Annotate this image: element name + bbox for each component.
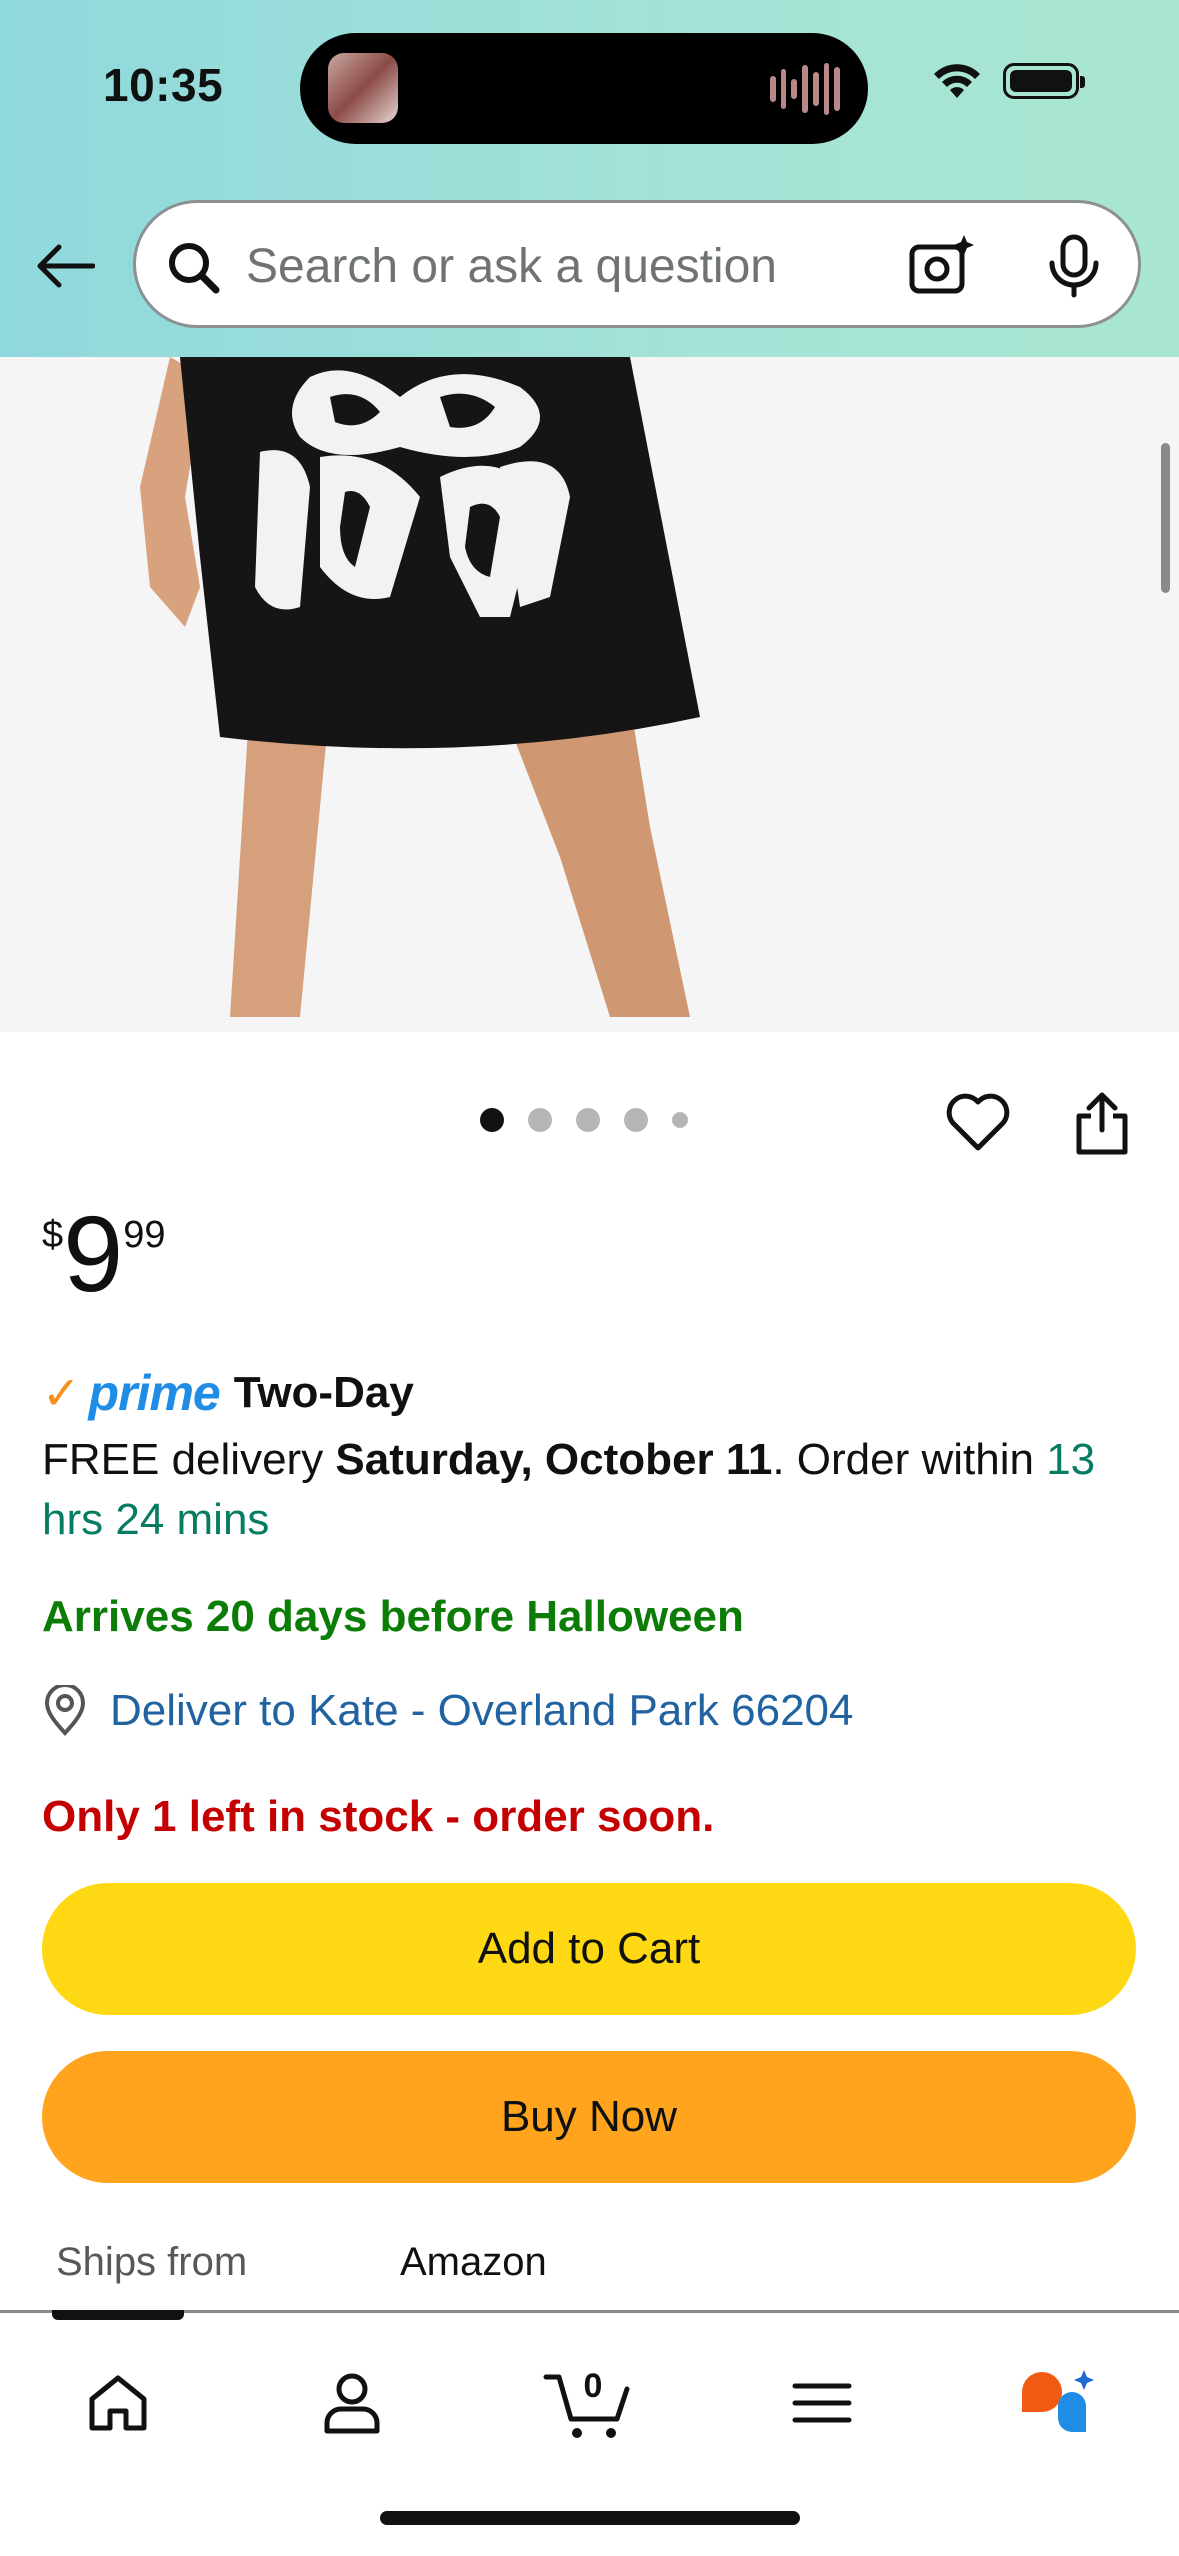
nav-menu[interactable]	[772, 2353, 872, 2453]
nav-account[interactable]	[302, 2353, 402, 2453]
rufus-icon	[1022, 2370, 1094, 2432]
menu-icon	[792, 2383, 852, 2423]
deliver-to-address[interactable]: Deliver to Kate - Overland Park 66204	[110, 1686, 854, 1736]
search-icon	[169, 243, 220, 294]
active-tab-indicator	[52, 2310, 184, 2320]
product-photo-illustration	[140, 357, 700, 1017]
delivery-info: FREE delivery Saturday, October 11. Orde…	[42, 1430, 1152, 1550]
carousel-dot[interactable]	[480, 1108, 504, 1132]
price-whole: 9	[63, 1193, 124, 1314]
nav-home[interactable]	[68, 2353, 168, 2453]
app-header: 10:35	[0, 0, 1179, 357]
stock-status: Only 1 left in stock - order soon.	[42, 1792, 715, 1841]
heart-icon	[946, 1093, 1010, 1151]
cart-count: 0	[584, 2367, 603, 2405]
home-indicator[interactable]	[380, 2511, 800, 2525]
scroll-indicator	[1161, 443, 1170, 593]
ships-from-row: Ships from Amazon	[56, 2240, 547, 2285]
bottom-nav: 0	[0, 2310, 1179, 2556]
now-playing-thumbnail	[328, 53, 398, 123]
buy-now-button[interactable]: Buy Now	[42, 2051, 1136, 2183]
ships-from-label: Ships from	[56, 2240, 248, 2284]
share-icon	[1076, 1092, 1128, 1155]
battery-icon	[1003, 63, 1085, 99]
microphone-icon[interactable]	[1046, 233, 1102, 299]
back-button[interactable]	[30, 226, 100, 306]
dynamic-island[interactable]	[300, 33, 868, 144]
halloween-note: Arrives 20 days before Halloween	[42, 1592, 744, 1641]
price-currency: $	[42, 1214, 64, 1256]
carousel-dot[interactable]	[576, 1108, 600, 1132]
location-pin-icon	[44, 1685, 86, 1736]
prime-logo: prime	[88, 1365, 221, 1421]
status-icons	[933, 62, 1085, 100]
carousel-dot[interactable]	[528, 1108, 552, 1132]
delivery-prefix: FREE delivery	[42, 1435, 336, 1484]
audio-waveform-icon	[770, 61, 841, 117]
delivery-middle: . Order within	[772, 1435, 1047, 1484]
camera-search-icon[interactable]	[906, 233, 976, 299]
home-icon	[89, 2375, 147, 2431]
price-fraction: 99	[123, 1214, 166, 1256]
prime-speed: Two-Day	[233, 1368, 414, 1417]
delivery-date: Saturday, October 11	[335, 1435, 773, 1484]
search-input[interactable]	[246, 229, 906, 303]
ships-from-value: Amazon	[400, 2240, 547, 2284]
carousel-dot[interactable]	[624, 1108, 648, 1132]
nav-cart[interactable]: 0	[538, 2353, 638, 2453]
add-to-cart-button[interactable]: Add to Cart	[42, 1883, 1136, 2015]
deliver-to-link[interactable]: Deliver to Kate - Overland Park 66204	[42, 1685, 854, 1737]
status-time: 10:35	[103, 59, 224, 111]
back-arrow-icon	[37, 244, 95, 288]
nav-rufus[interactable]	[1008, 2353, 1108, 2453]
search-bar[interactable]	[133, 200, 1141, 328]
prime-badge: ✓ prime Two-Day	[42, 1364, 414, 1422]
add-to-list-button[interactable]	[945, 1090, 1011, 1159]
prime-check-icon: ✓	[42, 1367, 81, 1419]
carousel-dot[interactable]	[672, 1112, 688, 1128]
share-button[interactable]	[1073, 1090, 1131, 1161]
image-carousel-dots[interactable]	[480, 1108, 688, 1132]
product-price: $ 9 99	[42, 1200, 166, 1308]
wifi-icon	[934, 64, 980, 98]
account-icon	[324, 2373, 380, 2434]
product-image[interactable]	[0, 357, 1179, 1032]
cart-icon: 0	[543, 2367, 630, 2438]
